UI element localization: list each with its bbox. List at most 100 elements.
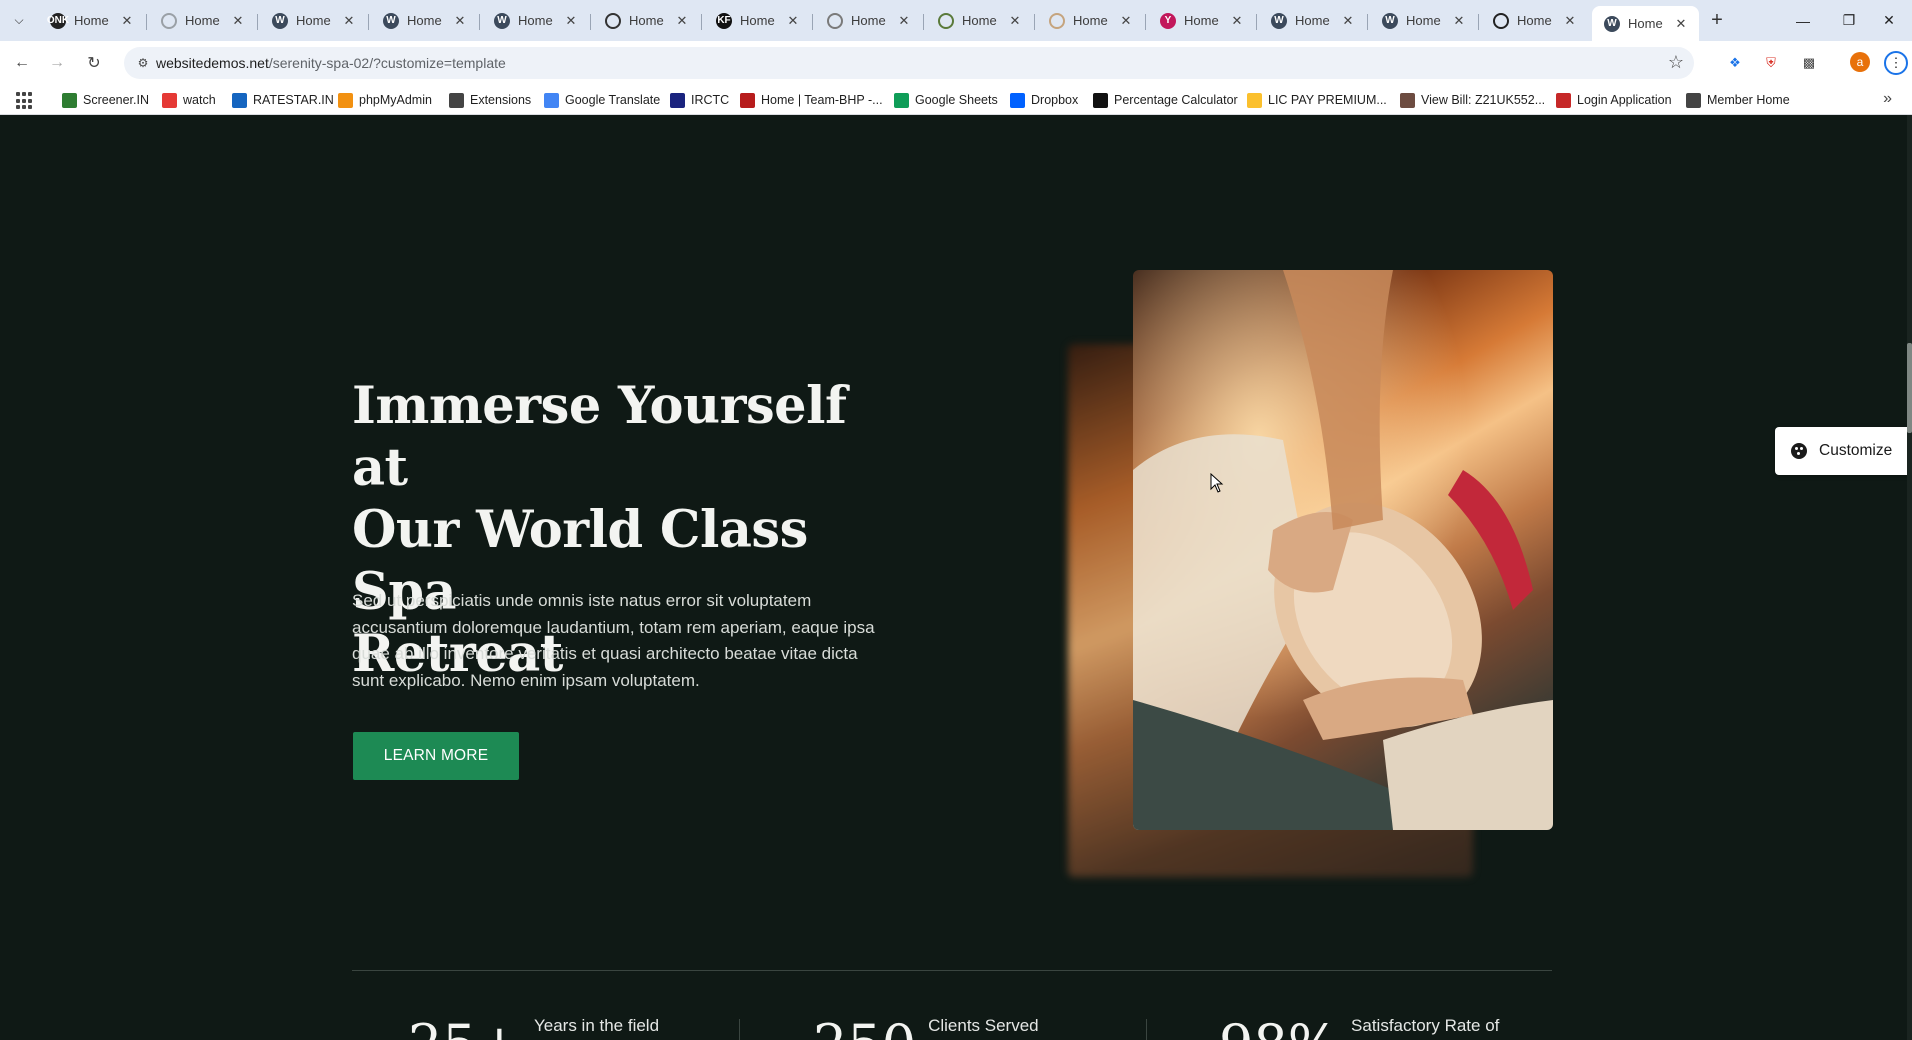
tab-close-icon[interactable]: ✕	[452, 13, 468, 29]
dropbox-icon	[1010, 92, 1025, 108]
globe-icon	[1686, 92, 1701, 108]
browser-tab[interactable]: Y Home ✕	[1148, 6, 1255, 35]
more-bookmarks-icon[interactable]: »	[1883, 90, 1892, 108]
circle-icon	[1049, 12, 1065, 29]
browser-tab[interactable]: KF Home ✕	[704, 6, 811, 35]
browser-tab[interactable]: Home ✕	[815, 6, 922, 35]
hero-description: Sed ut perspiciatis unde omnis iste natu…	[352, 591, 875, 690]
scrollbar-track[interactable]	[1907, 115, 1912, 1040]
tab-close-icon[interactable]: ✕	[1229, 13, 1245, 29]
section-divider	[352, 970, 1552, 971]
stat-satisfaction: 98% Satisfactory Rate of	[1219, 1015, 1499, 1040]
tab-close-icon[interactable]: ✕	[341, 13, 357, 29]
extension-shield-icon[interactable]: ⛨	[1760, 52, 1782, 74]
browser-tab[interactable]: Home ✕	[149, 6, 256, 35]
customize-button[interactable]: Customize	[1775, 427, 1912, 475]
bookmark-item[interactable]: Dropbox	[1010, 90, 1078, 110]
tab-separator	[146, 14, 147, 30]
kf-icon: KF	[716, 12, 732, 29]
browser-tab[interactable]: W Home ✕	[1592, 6, 1699, 41]
bookmark-item[interactable]: LIC PAY PREMIUM...	[1247, 90, 1387, 110]
browser-tab[interactable]: Home ✕	[926, 6, 1033, 35]
tab-close-icon[interactable]: ✕	[674, 13, 690, 29]
tab-separator	[701, 14, 702, 30]
bookmark-label: RATESTAR.IN	[253, 93, 334, 107]
tab-close-icon[interactable]: ✕	[1673, 16, 1689, 32]
wordpress-icon: W	[1271, 12, 1287, 29]
onk-icon: ONK	[47, 12, 69, 29]
bookmark-item[interactable]: RATESTAR.IN	[232, 90, 334, 110]
bookmark-item[interactable]: Home | Team-BHP -...	[740, 90, 883, 110]
url-text[interactable]: websitedemos.net/serenity-spa-02/?custom…	[156, 55, 506, 71]
tab-close-icon[interactable]: ✕	[1340, 13, 1356, 29]
bookmark-item[interactable]: Login Application	[1556, 90, 1672, 110]
menu-kebab-icon[interactable]: ⋮	[1884, 51, 1908, 75]
tab-close-icon[interactable]: ✕	[119, 13, 135, 29]
stat-divider	[739, 1019, 740, 1040]
browser-tab[interactable]: W Home ✕	[371, 6, 478, 35]
sheets-icon	[894, 92, 909, 108]
tab-label: Home	[740, 13, 775, 28]
bookmark-label: Google Sheets	[915, 93, 998, 107]
bookmark-star-icon[interactable]: ☆	[1668, 52, 1684, 73]
bookmark-item[interactable]: IRCTC	[670, 90, 729, 110]
bookmark-item[interactable]: Member Home	[1686, 90, 1790, 110]
puzzle-icon	[449, 92, 464, 108]
browser-tab[interactable]: Home ✕	[593, 6, 700, 35]
browser-tab[interactable]: W Home ✕	[482, 6, 589, 35]
browser-tab[interactable]: W Home ✕	[1259, 6, 1366, 35]
translate-icon	[544, 92, 559, 108]
scrollbar-thumb[interactable]	[1907, 343, 1912, 433]
bookmark-item[interactable]: watch	[162, 90, 216, 110]
tab-label: Home	[185, 13, 220, 28]
extensions-puzzle-icon[interactable]: ▩	[1798, 52, 1820, 74]
tab-close-icon[interactable]: ✕	[785, 13, 801, 29]
tab-close-icon[interactable]: ✕	[563, 13, 579, 29]
reload-icon[interactable]: ↻	[82, 51, 106, 75]
mouse-cursor-icon	[1210, 473, 1224, 493]
stat-divider	[1146, 1019, 1147, 1040]
bookmark-label: LIC PAY PREMIUM...	[1268, 93, 1387, 107]
back-icon[interactable]: ←	[10, 51, 34, 75]
bookmark-item[interactable]: phpMyAdmin	[338, 90, 432, 110]
tab-label: Home	[518, 13, 553, 28]
profile-avatar[interactable]: a	[1850, 52, 1870, 72]
bookmark-item[interactable]: Google Translate	[544, 90, 660, 110]
tab-close-icon[interactable]: ✕	[1007, 13, 1023, 29]
stat-label: Years in the field	[533, 1016, 660, 1035]
apps-grid-icon[interactable]	[16, 92, 34, 110]
wordpress-icon: W	[272, 12, 288, 29]
leaf-icon	[161, 12, 177, 29]
tab-close-icon[interactable]: ✕	[896, 13, 912, 29]
learn-more-button[interactable]: LEARN MORE	[353, 732, 519, 780]
tab-search-chevron-icon[interactable]: ⌵	[8, 9, 30, 31]
pen-icon	[1493, 12, 1509, 29]
teambhp-icon	[740, 92, 755, 108]
tab-close-icon[interactable]: ✕	[1118, 13, 1134, 29]
bookmark-item[interactable]: Screener.IN	[62, 90, 149, 110]
browser-tab[interactable]: Home ✕	[1037, 6, 1144, 35]
browser-tab[interactable]: Home ✕	[1481, 6, 1588, 35]
browser-tab[interactable]: W Home ✕	[1370, 6, 1477, 35]
forward-icon[interactable]: →	[45, 51, 69, 75]
site-info-icon[interactable]: ⚙	[134, 54, 152, 72]
tab-close-icon[interactable]: ✕	[1451, 13, 1467, 29]
address-bar[interactable]: ⚙ websitedemos.net/serenity-spa-02/?cust…	[124, 47, 1694, 79]
bookmark-item[interactable]: View Bill: Z21UK552...	[1400, 90, 1545, 110]
browser-tab[interactable]: W Home ✕	[260, 6, 367, 35]
tab-separator	[1256, 14, 1257, 30]
tab-close-icon[interactable]: ✕	[230, 13, 246, 29]
tab-label: Home	[1628, 16, 1663, 31]
tab-separator	[1034, 14, 1035, 30]
minimize-icon[interactable]: —	[1780, 0, 1826, 41]
bookmark-item[interactable]: Google Sheets	[894, 90, 998, 110]
bookmark-label: phpMyAdmin	[359, 93, 432, 107]
browser-tab[interactable]: ONK Home ✕	[38, 6, 145, 35]
new-tab-button[interactable]: +	[1705, 8, 1729, 32]
extension-globe-icon[interactable]: ❖	[1724, 52, 1746, 74]
bookmark-item[interactable]: Percentage Calculator	[1093, 90, 1238, 110]
tab-close-icon[interactable]: ✕	[1562, 13, 1578, 29]
close-window-icon[interactable]: ✕	[1866, 0, 1912, 41]
bookmark-label: Home | Team-BHP -...	[761, 93, 883, 107]
bookmark-item[interactable]: Extensions	[449, 90, 531, 110]
